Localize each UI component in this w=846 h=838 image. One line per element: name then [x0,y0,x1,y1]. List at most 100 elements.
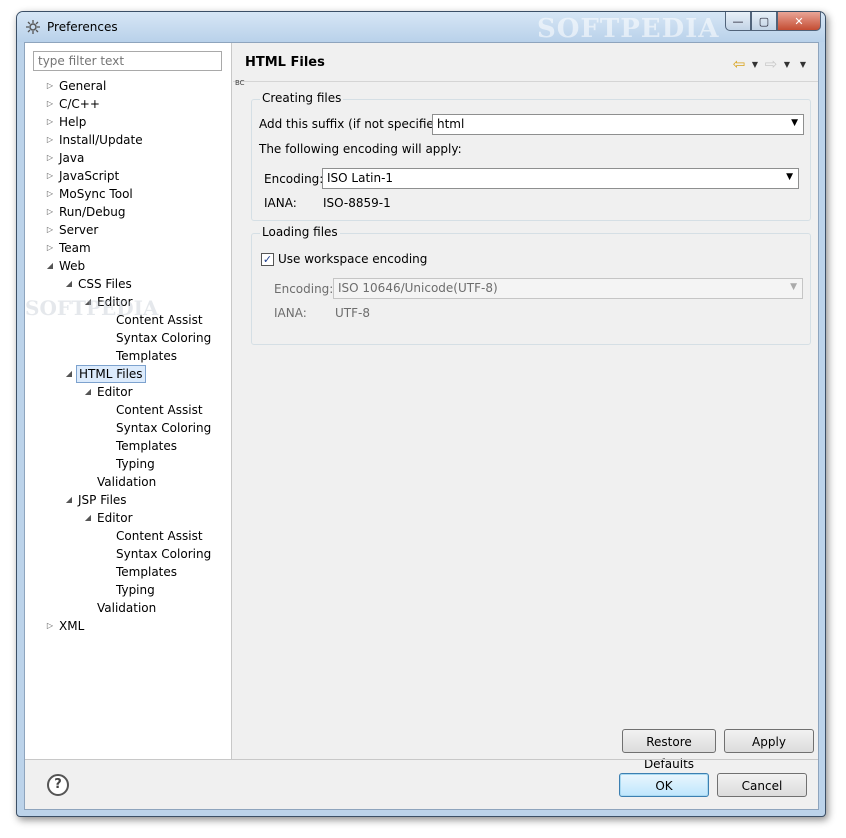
tree-item[interactable]: ◢ HTML Files [25,365,232,383]
create-encoding-select[interactable]: ISO Latin-1 ▼ [322,168,799,189]
tree-item[interactable]: Content Assist [25,311,232,329]
watermark: SOFTPEDIA [537,14,720,44]
chevron-down-icon: ▼ [786,172,793,182]
preference-tree-pane: ▷General▷C/C++▷Help▷Install/Update▷Java▷… [25,43,232,759]
tree-item[interactable]: ◢ Editor [25,509,232,527]
collapsed-twisty-icon[interactable]: ▷ [45,185,55,203]
creating-files-title: Creating files [260,91,344,105]
tree-item[interactable]: Content Assist [25,401,232,419]
tree-item[interactable]: ◢ Editor [25,293,232,311]
tree-item[interactable]: ▷ XML [25,617,232,635]
ok-button[interactable]: OK [619,773,709,797]
maximize-button[interactable]: ▢ [751,12,777,31]
loading-files-title: Loading files [260,225,340,239]
tree-item[interactable]: Syntax Coloring [25,329,232,347]
tree-item-label: Syntax Coloring [116,421,212,435]
close-button[interactable]: ✕ [777,12,821,31]
collapsed-twisty-icon[interactable]: ▷ [45,221,55,239]
tree-item[interactable]: Templates [25,563,232,581]
minimize-button[interactable]: — [725,12,751,31]
tree-item-label: Templates [116,439,178,453]
tree-item[interactable]: Templates [25,437,232,455]
window-title: Preferences [47,20,118,34]
tree-item-label: Syntax Coloring [116,547,212,561]
filter-input[interactable] [33,51,222,71]
collapsed-twisty-icon[interactable]: ▷ [45,167,55,185]
tree-item-label: Syntax Coloring [116,331,212,345]
expanded-twisty-icon[interactable]: ◢ [83,293,93,311]
tree-item[interactable]: Syntax Coloring [25,545,232,563]
tree-item[interactable]: ◢ JSP Files [25,491,232,509]
tree-item-label: General [59,79,107,93]
expanded-twisty-icon[interactable]: ◢ [83,509,93,527]
forward-history-dropdown-icon[interactable]: ▼ [780,60,794,69]
suffix-select[interactable]: html ▼ [432,114,804,135]
expanded-twisty-icon[interactable]: ◢ [64,275,74,293]
preference-tree: ▷ General ▷ C/C++ ▷ Help ▷ Install/Update ▷ Java ▷… [25,77,232,635]
chevron-down-icon: ▼ [791,118,798,128]
tree-item[interactable]: Validation [25,599,232,617]
back-history-dropdown-icon[interactable]: ▼ [748,60,762,69]
collapsed-twisty-icon[interactable]: ▷ [45,203,55,221]
cancel-button[interactable]: Cancel [717,773,807,797]
create-encoding-label: Encoding: [264,172,324,186]
tree-item-label: HTML Files [76,365,146,383]
tree-item[interactable]: ▷ Team [25,239,232,257]
tree-item[interactable]: ◢ Web [25,257,232,275]
back-arrow-icon[interactable]: ⇦ [732,55,746,73]
tree-item[interactable]: Typing [25,455,232,473]
tree-item[interactable]: ▷ Install/Update [25,131,232,149]
tree-item[interactable]: ◢ Editor [25,383,232,401]
tree-item[interactable]: ▷ Java [25,149,232,167]
encoding-note: The following encoding will apply: [259,142,462,156]
tree-item[interactable]: ▷ Run/Debug [25,203,232,221]
forward-arrow-icon[interactable]: ⇨ [764,55,778,73]
tree-item[interactable]: Syntax Coloring [25,419,232,437]
help-icon[interactable]: ? [47,774,69,796]
tree-item[interactable]: Typing [25,581,232,599]
view-menu-icon[interactable]: ▼ [796,60,810,69]
load-encoding-label: Encoding: [274,282,334,296]
tree-item[interactable]: Content Assist [25,527,232,545]
tree-item[interactable]: Validation [25,473,232,491]
restore-defaults-button[interactable]: Restore Defaults [622,729,716,771]
tree-item[interactable]: ▷ C/C++ [25,95,232,113]
preference-page: HTML Files ⇦ ▼ ⇨ ▼ ▼ BC Creating files A… [233,43,818,771]
load-iana-label: IANA: [274,306,307,320]
tree-item[interactable]: ▷ Server [25,221,232,239]
collapsed-twisty-icon[interactable]: ▷ [45,113,55,131]
use-workspace-label[interactable]: Use workspace encoding [278,252,427,266]
expanded-twisty-icon[interactable]: ◢ [83,383,93,401]
tree-item-label: Java [59,151,85,165]
tree-item[interactable]: ▷ MoSync Tool [25,185,232,203]
collapsed-twisty-icon[interactable]: ▷ [45,239,55,257]
tree-item[interactable]: ▷ Help [25,113,232,131]
chevron-down-icon: ▼ [790,282,797,292]
expanded-twisty-icon[interactable]: ◢ [64,491,74,509]
expanded-twisty-icon[interactable]: ◢ [64,365,74,383]
collapsed-twisty-icon[interactable]: ▷ [45,617,55,635]
tree-item[interactable]: ◢ CSS Files [25,275,232,293]
tree-item[interactable]: ▷ JavaScript [25,167,232,185]
collapsed-twisty-icon[interactable]: ▷ [45,131,55,149]
tree-item-label: MoSync Tool [59,187,133,201]
tree-item-label: Install/Update [59,133,143,147]
tree-item-label: Editor [97,295,133,309]
collapsed-twisty-icon[interactable]: ▷ [45,149,55,167]
collapsed-twisty-icon[interactable]: ▷ [45,95,55,113]
expanded-twisty-icon[interactable]: ◢ [45,257,55,275]
tree-item-label: Templates [116,349,178,363]
title-bar[interactable]: Preferences SOFTPEDIA — ▢ ✕ [17,12,825,44]
load-encoding-select[interactable]: ISO 10646/Unicode(UTF-8) ▼ [333,278,803,299]
collapsed-twisty-icon[interactable]: ▷ [45,77,55,95]
load-encoding-value: ISO 10646/Unicode(UTF-8) [338,281,498,295]
tree-item[interactable]: Templates [25,347,232,365]
tree-item-label: Server [59,223,99,237]
tree-item[interactable]: ▷ General [25,77,232,95]
use-workspace-checkbox[interactable]: ✓ [261,253,274,266]
tree-item-label: JSP Files [78,493,127,507]
tree-item-label: XML [59,619,85,633]
tree-item-label: Editor [97,385,133,399]
apply-button[interactable]: Apply [724,729,814,753]
dialog-client: ▷General▷C/C++▷Help▷Install/Update▷Java▷… [24,42,819,810]
